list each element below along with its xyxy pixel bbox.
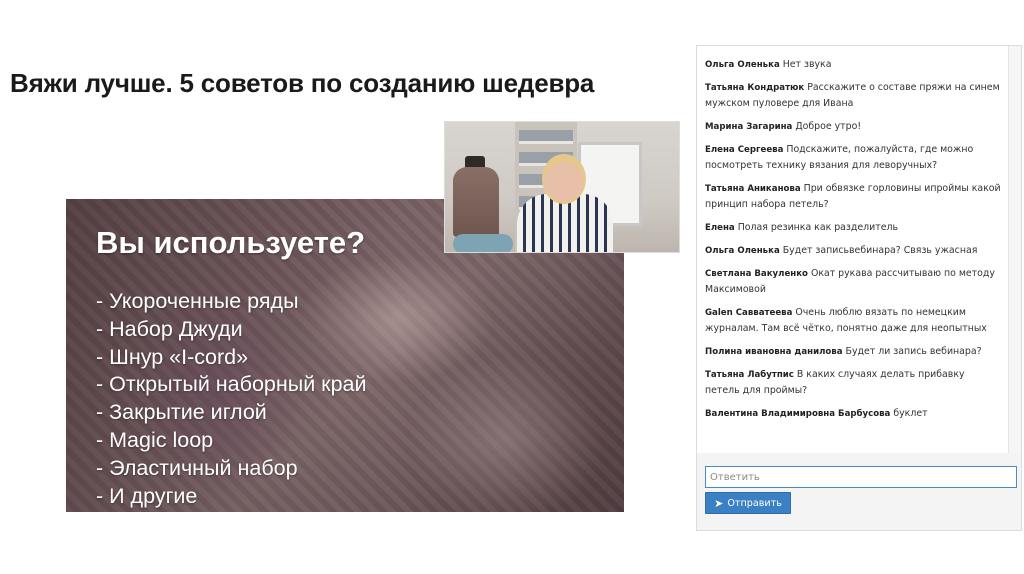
chat-message-author: Светлана Вакуленко (705, 269, 808, 279)
chat-message: Татьяна Аниканова При обвязке горловины … (705, 181, 1002, 213)
chat-message-author: Татьяна Лабутпис (705, 370, 794, 380)
slide-bullet-item: - Закрытие иглой (96, 400, 267, 425)
video-presenter-head (542, 154, 586, 204)
chat-message-author: Марина Загарина (705, 122, 793, 132)
slide-bullet-item: - Укороченные ряды (96, 289, 299, 313)
chat-message-text: Полая резинка как разделитель (737, 222, 898, 233)
send-button-label: Отправить (727, 497, 782, 509)
page-title: Вяжи лучше. 5 советов по созданию шедевр… (10, 68, 595, 98)
chat-reply-input[interactable] (705, 466, 1017, 488)
chat-message-text: Будет записьвебинара? Связь ужасная (782, 245, 978, 256)
chat-message: Елена Полая резинка как разделитель (705, 220, 1002, 236)
chat-message-author: Татьяна Аниканова (705, 184, 801, 194)
chat-message-author: Елена Сергеева (705, 145, 784, 155)
slide-bullet-item: - Открытый наборный край (96, 372, 367, 397)
video-yarn (453, 234, 513, 252)
chat-message: Елена Сергеева Подскажите, пожалуйста, г… (705, 142, 1002, 174)
slide-bullet-item: - Magic loop (96, 427, 214, 452)
paper-plane-icon: ➤ (714, 496, 724, 510)
chat-message: Ольга Оленька Будет записьвебинара? Связ… (705, 243, 1002, 259)
chat-message-author: Полина ивановна данилова (705, 347, 843, 357)
chat-scrollbar[interactable] (1009, 46, 1021, 453)
chat-message-author: Елена (705, 223, 735, 233)
chat-message-list[interactable]: Ольга Оленька Нет звука Татьяна Кондратю… (697, 46, 1009, 453)
chat-panel: Ольга Оленька Нет звука Татьяна Кондратю… (696, 45, 1022, 531)
chat-message-text: буклет (893, 408, 928, 419)
slide-bullet-list: - Укороченные ряды - Набор Джуди - Шнур … (96, 288, 367, 510)
chat-message: Татьяна Лабутпис В каких случаях делать … (705, 367, 1002, 399)
chat-message: Ольга Оленька Нет звука (705, 57, 1002, 73)
chat-message-author: Ольга Оленька (705, 246, 780, 256)
send-button[interactable]: ➤ Отправить (705, 492, 791, 514)
chat-message-author: Татьяна Кондратюк (705, 83, 805, 93)
chat-message-author: Galen Савватеева (705, 308, 793, 318)
chat-message: Валентина Владимировна Барбусова буклет (705, 406, 1002, 422)
chat-message: Марина Загарина Доброе утро! (705, 119, 1002, 135)
slide-bullet-item: - И другие (96, 483, 198, 508)
chat-message-text: Нет звука (782, 59, 832, 70)
chat-message: Татьяна Кондратюк Расскажите о составе п… (705, 80, 1002, 112)
chat-message-author: Валентина Владимировна Барбусова (705, 409, 891, 419)
slide-bullet-item: - Эластичный набор (96, 455, 298, 480)
chat-message-author: Ольга Оленька (705, 60, 780, 70)
chat-message-text: Будет ли запись вебинара? (845, 346, 982, 357)
chat-message: Светлана Вакуленко Окат рукава рассчитыв… (705, 266, 1002, 298)
slide-bullet-item: - Шнур «I-cord» (96, 344, 249, 369)
presenter-video[interactable] (444, 121, 680, 253)
slide-heading: Вы используете? (96, 225, 366, 260)
chat-message: Полина ивановна данилова Будет ли запись… (705, 344, 1002, 360)
video-mannequin (453, 167, 499, 237)
chat-message-text: Доброе утро! (795, 121, 862, 132)
chat-message: Galen Савватеева Очень люблю вязать по н… (705, 305, 1002, 337)
slide-bullet-item: - Набор Джуди (96, 316, 243, 341)
